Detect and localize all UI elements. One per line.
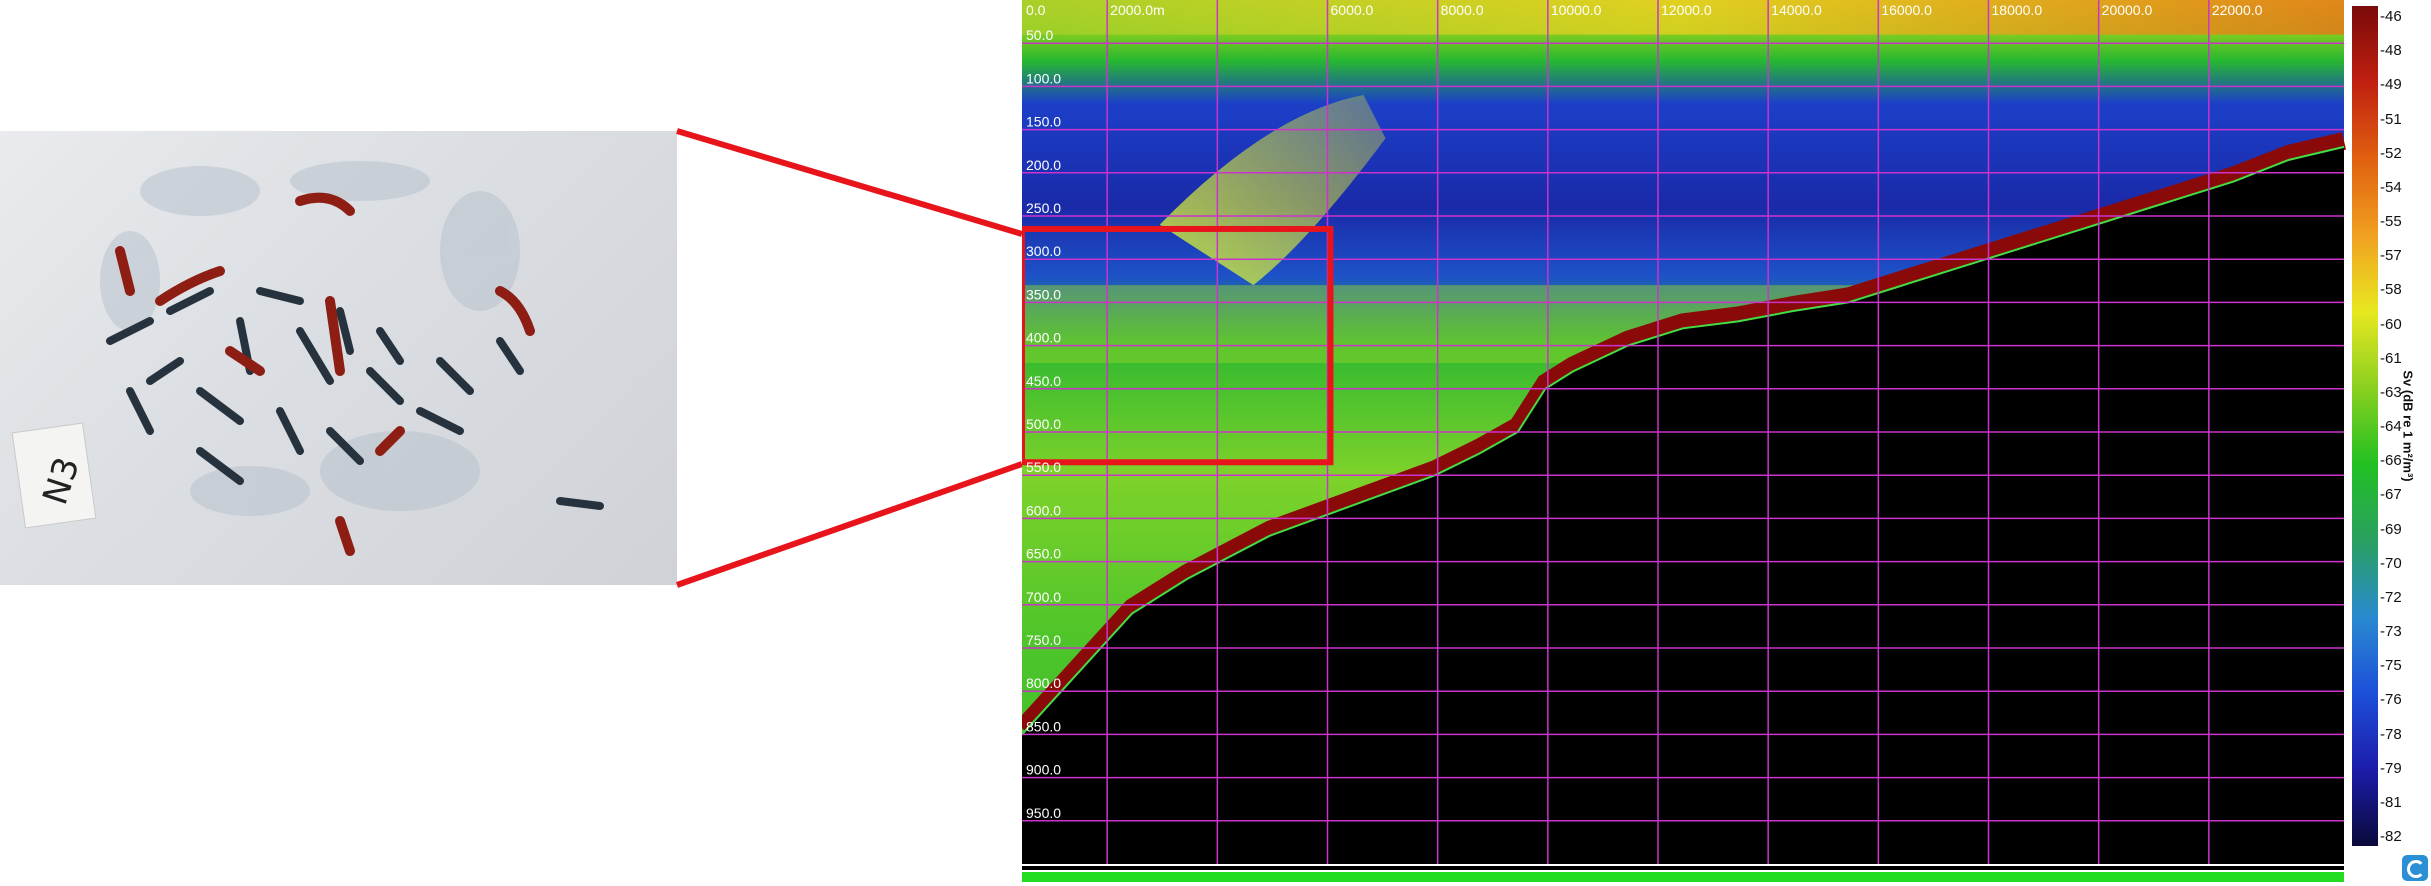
connector-line-top bbox=[676, 128, 1023, 237]
colorbar-tick-label: -63 bbox=[2380, 383, 2402, 401]
app-logo-icon bbox=[2402, 855, 2428, 881]
colorbar-tick-label: -67 bbox=[2380, 486, 2402, 504]
colorbar-tick-label: -46 bbox=[2380, 8, 2402, 25]
colorbar-tick-label: -60 bbox=[2380, 315, 2402, 333]
x-tick-label: 0.0 bbox=[1026, 2, 1046, 18]
colorbar-tick-label: -69 bbox=[2380, 520, 2402, 538]
colorbar-tick-label: -52 bbox=[2380, 144, 2402, 162]
y-tick-label: 300.0 bbox=[1026, 243, 1061, 259]
echogram-chart: 0.0 2000.0m 6000.0 8000.0 10000.0 12000.0 1400… bbox=[1022, 0, 2347, 882]
colorbar-tick-label: -48 bbox=[2380, 42, 2402, 60]
colorbar-tick-label: -78 bbox=[2380, 725, 2402, 743]
y-tick-label: 850.0 bbox=[1026, 718, 1061, 734]
y-tick-label: 900.0 bbox=[1026, 762, 1061, 778]
x-tick-label: 6000.0 bbox=[1331, 2, 1374, 18]
x-tick-label: 2000.0m bbox=[1110, 2, 1164, 18]
colorbar-tick-label: -73 bbox=[2380, 623, 2402, 640]
y-tick-label: 50.0 bbox=[1026, 27, 1053, 43]
y-tick-label: 750.0 bbox=[1026, 632, 1061, 648]
y-tick-label: 450.0 bbox=[1026, 373, 1061, 389]
x-tick-label: 16000.0 bbox=[1881, 2, 1932, 18]
colorbar-tick-label: -70 bbox=[2380, 554, 2402, 572]
colorbar-tick-label: -51 bbox=[2380, 110, 2402, 128]
colorbar-tick-label: -81 bbox=[2380, 793, 2402, 811]
x-tick-label: 14000.0 bbox=[1771, 2, 1822, 18]
colorbar: -46 -48 -49 -51 -52 -54 -55 -57 -58 -60 -61 -63 -64 -… bbox=[2352, 6, 2431, 846]
colorbar-tick-label: -66 bbox=[2380, 452, 2402, 470]
colorbar-tick-label: -49 bbox=[2380, 76, 2402, 94]
colorbar-tick-label: -79 bbox=[2380, 759, 2402, 777]
colorbar-tick-label: -55 bbox=[2380, 213, 2402, 230]
specimens-illustration bbox=[100, 161, 604, 556]
y-tick-label: 400.0 bbox=[1026, 330, 1061, 346]
y-tick-label: 100.0 bbox=[1026, 70, 1061, 86]
x-tick-label: 12000.0 bbox=[1661, 2, 1712, 18]
x-tick-label: 20000.0 bbox=[2102, 2, 2153, 18]
zooplankton-sample-photo: N3 bbox=[0, 131, 677, 585]
bottom-bar-edge bbox=[1022, 866, 2344, 870]
grid bbox=[1022, 0, 2344, 864]
y-tick-label: 250.0 bbox=[1026, 200, 1061, 216]
colorbar-tick-label: -82 bbox=[2380, 828, 2402, 845]
colorbar-tick-label: -61 bbox=[2380, 349, 2402, 367]
y-tick-label: 200.0 bbox=[1026, 157, 1061, 173]
y-tick-label: 150.0 bbox=[1026, 114, 1061, 130]
y-tick-label: 700.0 bbox=[1026, 589, 1061, 605]
y-tick-label: 650.0 bbox=[1026, 546, 1061, 562]
colorbar-tick-label: -72 bbox=[2380, 588, 2402, 606]
y-tick-label: 950.0 bbox=[1026, 805, 1061, 821]
x-tick-label: 22000.0 bbox=[2212, 2, 2263, 18]
bottom-bar bbox=[1022, 872, 2344, 882]
colorbar-tick-label: -75 bbox=[2380, 657, 2402, 675]
colorbar-tick-label: -76 bbox=[2380, 691, 2402, 709]
colorbar-tick-label: -57 bbox=[2380, 247, 2402, 265]
colorbar-label: Sv (dB re 1 m²/m³) bbox=[2400, 370, 2416, 482]
connector-line-bottom bbox=[676, 461, 1023, 588]
x-tick-label: 18000.0 bbox=[1992, 2, 2043, 18]
y-tick-label: 600.0 bbox=[1026, 502, 1061, 518]
y-tick-label: 800.0 bbox=[1026, 675, 1061, 691]
x-tick-label: 10000.0 bbox=[1551, 2, 1602, 18]
colorbar-tick-label: -64 bbox=[2380, 418, 2402, 435]
y-tick-label: 350.0 bbox=[1026, 286, 1061, 302]
colorbar-tick-label: -58 bbox=[2380, 281, 2402, 299]
y-tick-label: 500.0 bbox=[1026, 416, 1061, 432]
colorbar-tick-label: -54 bbox=[2380, 178, 2402, 196]
colorbar-gradient bbox=[2352, 6, 2378, 846]
colorbar-scale bbox=[2352, 6, 2378, 846]
x-tick-label: 8000.0 bbox=[1441, 2, 1484, 18]
y-tick-label: 550.0 bbox=[1026, 459, 1061, 475]
